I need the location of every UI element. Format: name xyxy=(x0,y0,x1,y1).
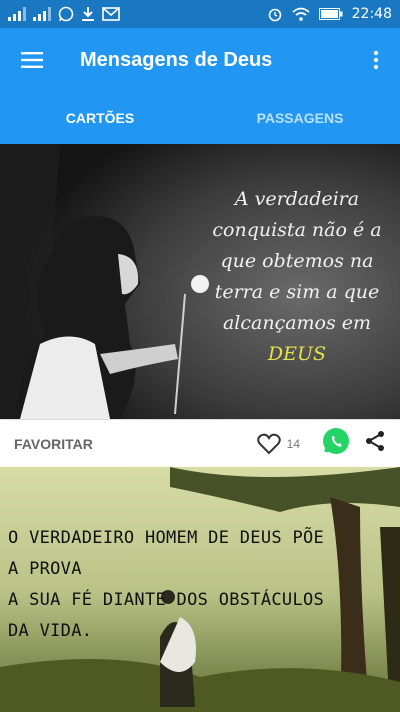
quote-line: terra e sim a que xyxy=(214,281,380,303)
hamburger-menu-icon xyxy=(21,52,43,68)
quote-highlight: DEUS xyxy=(267,343,327,365)
status-right-icons: 22:48 xyxy=(267,6,392,22)
card-image[interactable]: O VERDADEIRO HOMEM DE DEUS PÕE A PROVA A… xyxy=(0,467,400,712)
signal-icon xyxy=(8,7,26,21)
app-title: Mensagens de Deus xyxy=(80,48,273,71)
heart-icon xyxy=(256,433,281,454)
message-card: A verdadeira conquista não é a que obtem… xyxy=(0,144,400,467)
overflow-menu-button[interactable] xyxy=(352,28,400,92)
status-bar: 22:48 xyxy=(0,0,400,28)
like-button[interactable]: 14 xyxy=(256,433,300,455)
whatsapp-icon xyxy=(58,6,74,22)
wifi-icon xyxy=(292,7,310,21)
alarm-icon xyxy=(268,8,281,22)
share-button[interactable] xyxy=(364,430,386,457)
tab-passagens[interactable]: PASSAGENS xyxy=(200,92,400,144)
tab-passagens-label: PASSAGENS xyxy=(256,110,344,126)
status-left-icons xyxy=(8,6,120,22)
status-time: 22:48 xyxy=(351,6,392,22)
card-quote: A verdadeira conquista não é a que obtem… xyxy=(212,184,382,370)
more-vert-icon xyxy=(373,50,379,70)
menu-button[interactable] xyxy=(0,28,64,92)
card-list[interactable]: A verdadeira conquista não é a que obtem… xyxy=(0,144,400,712)
quote-line: que obtemos na xyxy=(220,250,374,272)
card-quote: O VERDADEIRO HOMEM DE DEUS PÕE A PROVA A… xyxy=(8,523,338,647)
like-count: 14 xyxy=(286,436,300,451)
download-icon xyxy=(82,7,94,21)
signal-icon xyxy=(33,7,51,21)
quote-line: conquista não é a xyxy=(212,219,382,241)
favorite-button[interactable]: FAVORITAR xyxy=(14,436,93,452)
card-image[interactable]: A verdadeira conquista não é a que obtem… xyxy=(0,144,400,419)
app-bar: Mensagens de Deus xyxy=(0,28,400,92)
tab-cartoes-label: CARTÕES xyxy=(65,110,135,126)
share-icon xyxy=(366,431,384,451)
quote-line: O VERDADEIRO HOMEM DE DEUS PÕE A PROVA xyxy=(8,528,325,579)
quote-line: alcançamos em xyxy=(222,312,372,334)
message-card: O VERDADEIRO HOMEM DE DEUS PÕE A PROVA A… xyxy=(0,467,400,712)
whatsapp-share-button[interactable] xyxy=(322,427,350,460)
card-actions: FAVORITAR 14 xyxy=(0,419,400,467)
tab-bar: CARTÕES PASSAGENS xyxy=(0,92,400,144)
battery-icon xyxy=(318,8,343,20)
whatsapp-icon xyxy=(323,428,349,454)
mail-icon xyxy=(102,7,120,21)
quote-line: A verdadeira xyxy=(234,188,360,210)
quote-line: A SUA FÉ DIANTE DOS OBSTÁCULOS DA VIDA. xyxy=(8,590,325,641)
tab-cartoes[interactable]: CARTÕES xyxy=(0,92,200,144)
